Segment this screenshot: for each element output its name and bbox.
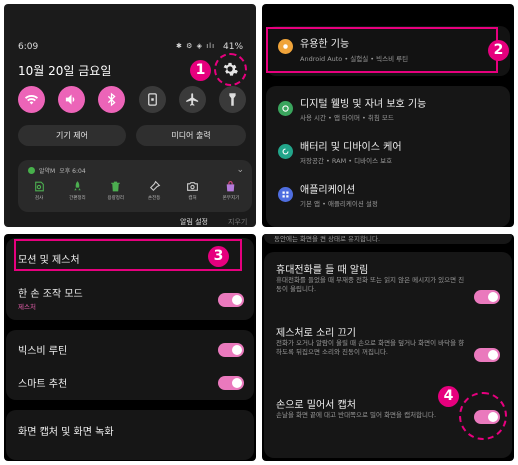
smart-suggestions-toggle[interactable] [218,376,244,390]
action-storage-clean[interactable]: 용량정리 [101,180,131,201]
action-goods[interactable]: 몬무지기 [216,180,246,201]
lift-alert-toggle[interactable] [474,290,500,304]
motion-gestures-panel: 동안에는 화면을 켠 상태로 유지합니다. 휴대전화를 들 때 알림 휴대전화를… [262,234,514,461]
wifi-icon [24,94,39,105]
flashlight-icon [149,180,160,192]
flashlight-icon [229,93,236,106]
bluetooth-icon [108,92,116,107]
callout-2: 2 [488,40,509,61]
top-card: 동안에는 화면을 켠 상태로 유지합니다. [264,234,512,244]
bixby-routines-item[interactable]: 빅스비 루틴 [18,342,67,357]
battery-level: 41% [223,42,244,52]
notification-actions: 검사 간편정리 용량정리 손전등 캡처 몬무지기 [24,180,246,201]
bixby-routines-toggle[interactable] [218,343,244,357]
smart-suggestions-item[interactable]: 스마트 추천 [18,375,67,390]
sound-toggle[interactable] [58,86,86,113]
one-hand-mode-sub: 제스처 [18,303,36,311]
wellbeing-icon [278,101,293,116]
flashlight-toggle[interactable] [218,86,246,113]
chevron-down-icon[interactable]: ⌄ [236,165,244,175]
status-time: 6:09 [18,42,39,52]
rotation-toggle[interactable] [138,86,166,113]
wifi-toggle[interactable] [18,86,45,113]
callout-1: 1 [190,60,211,81]
capture-card: 화면 캡처 및 화면 녹화 [6,410,254,460]
portrait-lock-icon [147,93,157,106]
useful-features-highlight [266,27,498,73]
trash-icon [111,181,121,192]
status-icons: ✱ ⚙ ◈ ılı [176,42,216,50]
action-quick-clean[interactable]: 간편정리 [62,180,92,201]
date-label: 10월 20일 금요일 [18,64,112,78]
callout-3: 3 [208,246,229,267]
rocket-icon [74,181,81,191]
quick-panel: 6:09 ✱ ⚙ ◈ ılı 41% 10월 20일 금요일 기기 제어 미디어… [4,4,256,227]
mute-gesture-toggle[interactable] [474,348,500,362]
action-scan[interactable]: 검사 [24,180,54,201]
quick-toggles [18,86,246,113]
one-hand-mode-item[interactable]: 한 손 조작 모드 [18,285,83,300]
airplane-toggle[interactable] [178,86,206,113]
device-control-button[interactable]: 기기 제어 [18,125,126,146]
notification-card[interactable]: 알약M 오후 6:04 ⌄ 검사 간편정리 용량정리 손전등 캡처 몬무지기 [18,160,252,212]
clear-link[interactable]: 지우기 [228,217,247,227]
speaker-icon [66,94,75,105]
airplane-icon [186,93,198,106]
scan-icon [34,181,44,192]
settings-list-panel: 유용한 기능 Android Auto • 실험실 • 빅스비 루틴 2 디지털… [262,4,514,227]
notification-header: 알약M 오후 6:04 [28,166,86,175]
media-output-button[interactable]: 미디어 출력 [136,125,246,146]
notification-settings-link[interactable]: 알림 설정 [180,217,208,227]
toggle-highlight [459,392,507,440]
top-text: 동안에는 화면을 켠 상태로 유지합니다. [274,235,381,243]
device-care-icon [278,144,293,159]
capture-icon [187,182,198,191]
action-capture[interactable]: 캡처 [178,180,208,201]
bixby-card: 빅스비 루틴 스마트 추천 [6,330,254,400]
notification-time: 오후 6:04 [59,168,86,175]
apps-grid-icon [278,187,293,202]
app-icon [28,167,35,174]
settings-card: 디지털 웰빙 및 자녀 보호 기능 사용 시간 • 앱 타이머 • 취침 모드 … [266,86,510,227]
advanced-features-panel: 모션 및 제스처 한 손 조작 모드 제스처 3 빅스비 루틴 스마트 추천 화… [4,234,256,461]
gear-highlight [214,53,247,86]
screen-capture-item[interactable]: 화면 캡처 및 화면 녹화 [18,423,114,438]
bag-icon [227,181,235,192]
action-flashlight[interactable]: 손전등 [139,180,169,201]
bluetooth-toggle[interactable] [98,86,126,113]
one-hand-mode-toggle[interactable] [218,293,244,307]
callout-4: 4 [438,386,459,407]
notification-app: 알약M [39,168,56,175]
